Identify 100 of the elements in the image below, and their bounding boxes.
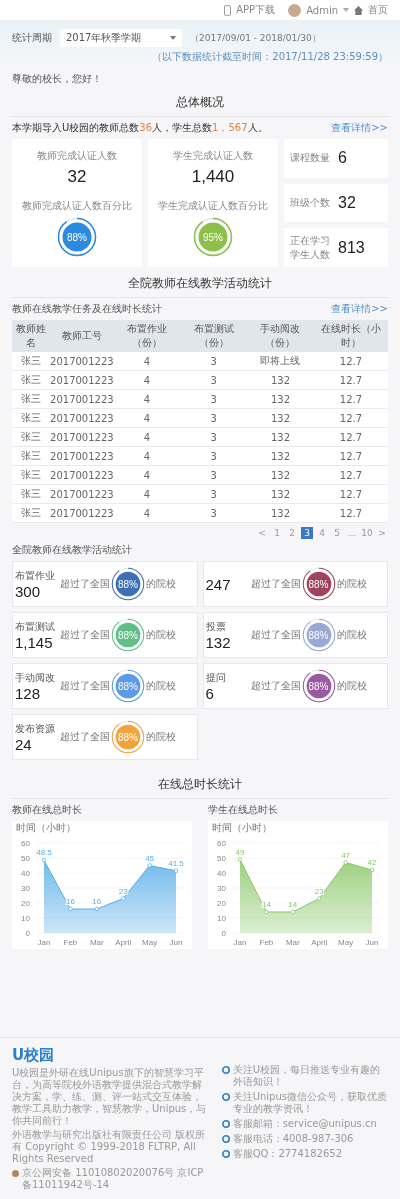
data-point xyxy=(264,909,269,915)
task-label: 发布资源 xyxy=(15,721,56,736)
axis-tick-label: Mar xyxy=(89,938,104,947)
stat-value: 32 xyxy=(67,167,87,187)
task-value: 247 xyxy=(205,575,232,593)
percent-text: 95% xyxy=(203,231,223,243)
contact-text: 客服邮箱：service@unipus.cn xyxy=(232,1118,377,1130)
home-link[interactable]: 首页 xyxy=(368,3,388,17)
details-link[interactable]: 查看详情>> xyxy=(331,121,388,135)
section-title: 全院教师在线教学活动统计 xyxy=(12,271,388,298)
chart-title: 教师在线总时长 xyxy=(12,803,83,817)
contact-text: 关注Unipus微信公众号，获取优质专业的教学资讯！ xyxy=(232,1091,388,1115)
table-cell: 132 xyxy=(247,389,314,409)
axis-tick-label: Mar xyxy=(285,938,300,947)
task-label: 布置作业 xyxy=(15,568,56,583)
task-label: 投票 xyxy=(205,619,227,634)
task-label: 布置测试 xyxy=(15,619,56,634)
column-header: 教师工号 xyxy=(50,320,114,352)
data-point xyxy=(94,906,99,912)
data-label: 41.5 xyxy=(168,858,184,868)
data-point xyxy=(237,857,243,862)
axis-title: 时间（小时） xyxy=(212,822,272,833)
data-label: 48.5 xyxy=(36,848,52,858)
data-point xyxy=(290,909,295,915)
axis-tick-label: 10 xyxy=(21,913,30,923)
table-cell: 即将上线 xyxy=(247,352,314,371)
caret-icon xyxy=(170,36,176,40)
as-of-text: （以下数据统计截至时间：2017/11/28 23:59:59） xyxy=(152,50,388,64)
page-button[interactable]: 10 xyxy=(361,527,373,539)
details-link[interactable]: 查看详情>> xyxy=(331,302,388,316)
data-label: 23 xyxy=(118,886,128,896)
stat-value: 32 xyxy=(338,194,356,212)
circle-icon xyxy=(221,1066,230,1074)
percent-text: 88% xyxy=(118,578,138,590)
column-header: 教师姓名 xyxy=(12,320,51,352)
data-label: 47 xyxy=(341,850,351,860)
task-value: 128 xyxy=(15,684,42,702)
stat-label: 学生完成认证人数百分比 xyxy=(158,199,268,213)
compare-text: 超过了全国 xyxy=(60,628,110,642)
filter-label: 统计周期 xyxy=(12,31,52,45)
stat-label: 教师完成认证人数百分比 xyxy=(22,199,132,213)
percent-text: 88% xyxy=(118,629,138,641)
data-point xyxy=(343,860,348,865)
axis-tick-label: 10 xyxy=(217,913,226,923)
data-label: 23 xyxy=(314,886,324,896)
data-point xyxy=(68,906,73,912)
percent-text: 88% xyxy=(308,629,329,641)
percent-text: 88% xyxy=(118,731,138,743)
user-menu[interactable]: Admin xyxy=(306,4,338,16)
axis-tick-label: 50 xyxy=(217,853,226,863)
table-cell: 3 xyxy=(180,352,248,371)
page-button[interactable]: < xyxy=(256,527,268,539)
contact-text: 关注U校园，每日推送专业有趣的外语知识！ xyxy=(232,1064,381,1088)
page-button[interactable]: > xyxy=(376,527,388,539)
page-button[interactable]: 5 xyxy=(331,527,343,539)
home-icon xyxy=(354,5,363,15)
stat-label: 正在学习学生人数 xyxy=(290,233,331,262)
page-button[interactable]: 4 xyxy=(316,527,328,539)
page-button[interactable]: 1 xyxy=(271,527,283,539)
percent-text: 88% xyxy=(308,578,329,590)
page-button[interactable]: ... xyxy=(346,527,358,539)
stat-value: 813 xyxy=(338,238,365,257)
task-value: 6 xyxy=(205,684,215,702)
table-cell: 132 xyxy=(247,484,314,504)
stat-value: 6 xyxy=(338,149,347,168)
data-label: 14 xyxy=(261,900,271,909)
axis-tick-label: Jan xyxy=(233,938,247,947)
app-download-link[interactable]: APP下载 xyxy=(236,3,276,17)
compare-text: 的院校 xyxy=(336,679,367,693)
axis-tick-label: 40 xyxy=(217,868,226,878)
table-cell: 4 xyxy=(113,352,181,371)
summary-text: 本学期导入U校园的教师总数36人，学生总数1，567人。 xyxy=(12,121,268,135)
task-label: 提问 xyxy=(205,670,227,685)
stat-label: 课程数量 xyxy=(290,151,331,166)
data-point xyxy=(317,896,322,901)
axis-tick-label: May xyxy=(142,938,158,947)
table-cell: 132 xyxy=(247,370,314,390)
logo: U校园 xyxy=(12,1046,56,1065)
axis-title: 时间（小时） xyxy=(16,822,76,833)
axis-tick-label: 30 xyxy=(217,883,226,893)
compare-text: 的院校 xyxy=(146,628,176,642)
compare-text: 的院校 xyxy=(146,577,176,591)
data-label: 14 xyxy=(288,900,298,909)
greeting-text: 尊敬的校长，您好！ xyxy=(12,72,103,86)
avatar[interactable] xyxy=(288,3,302,17)
section-title: 总体概况 xyxy=(12,90,388,117)
page-button[interactable]: 3 xyxy=(301,527,313,539)
badge-icon xyxy=(12,1170,19,1177)
column-header: 布置作业（份） xyxy=(113,320,181,352)
table-cell: 132 xyxy=(247,446,314,466)
table-cell: 132 xyxy=(247,465,314,485)
stat-label: 教师完成认证人数 xyxy=(37,149,117,163)
task-label: 手动阅改 xyxy=(15,670,56,685)
stat-label: 学生完成认证人数 xyxy=(173,149,253,163)
term-select[interactable]: 2017年秋季学期 xyxy=(60,29,182,47)
subsection-title: 全院教师在线教学活动统计 xyxy=(12,543,133,557)
circle-icon xyxy=(221,1150,230,1158)
license-text: 京公网安备 11010802020076号 京ICP备11011942号-14 xyxy=(22,1167,205,1191)
page-button[interactable]: 2 xyxy=(286,527,298,539)
compare-text: 超过了全国 xyxy=(250,577,301,591)
